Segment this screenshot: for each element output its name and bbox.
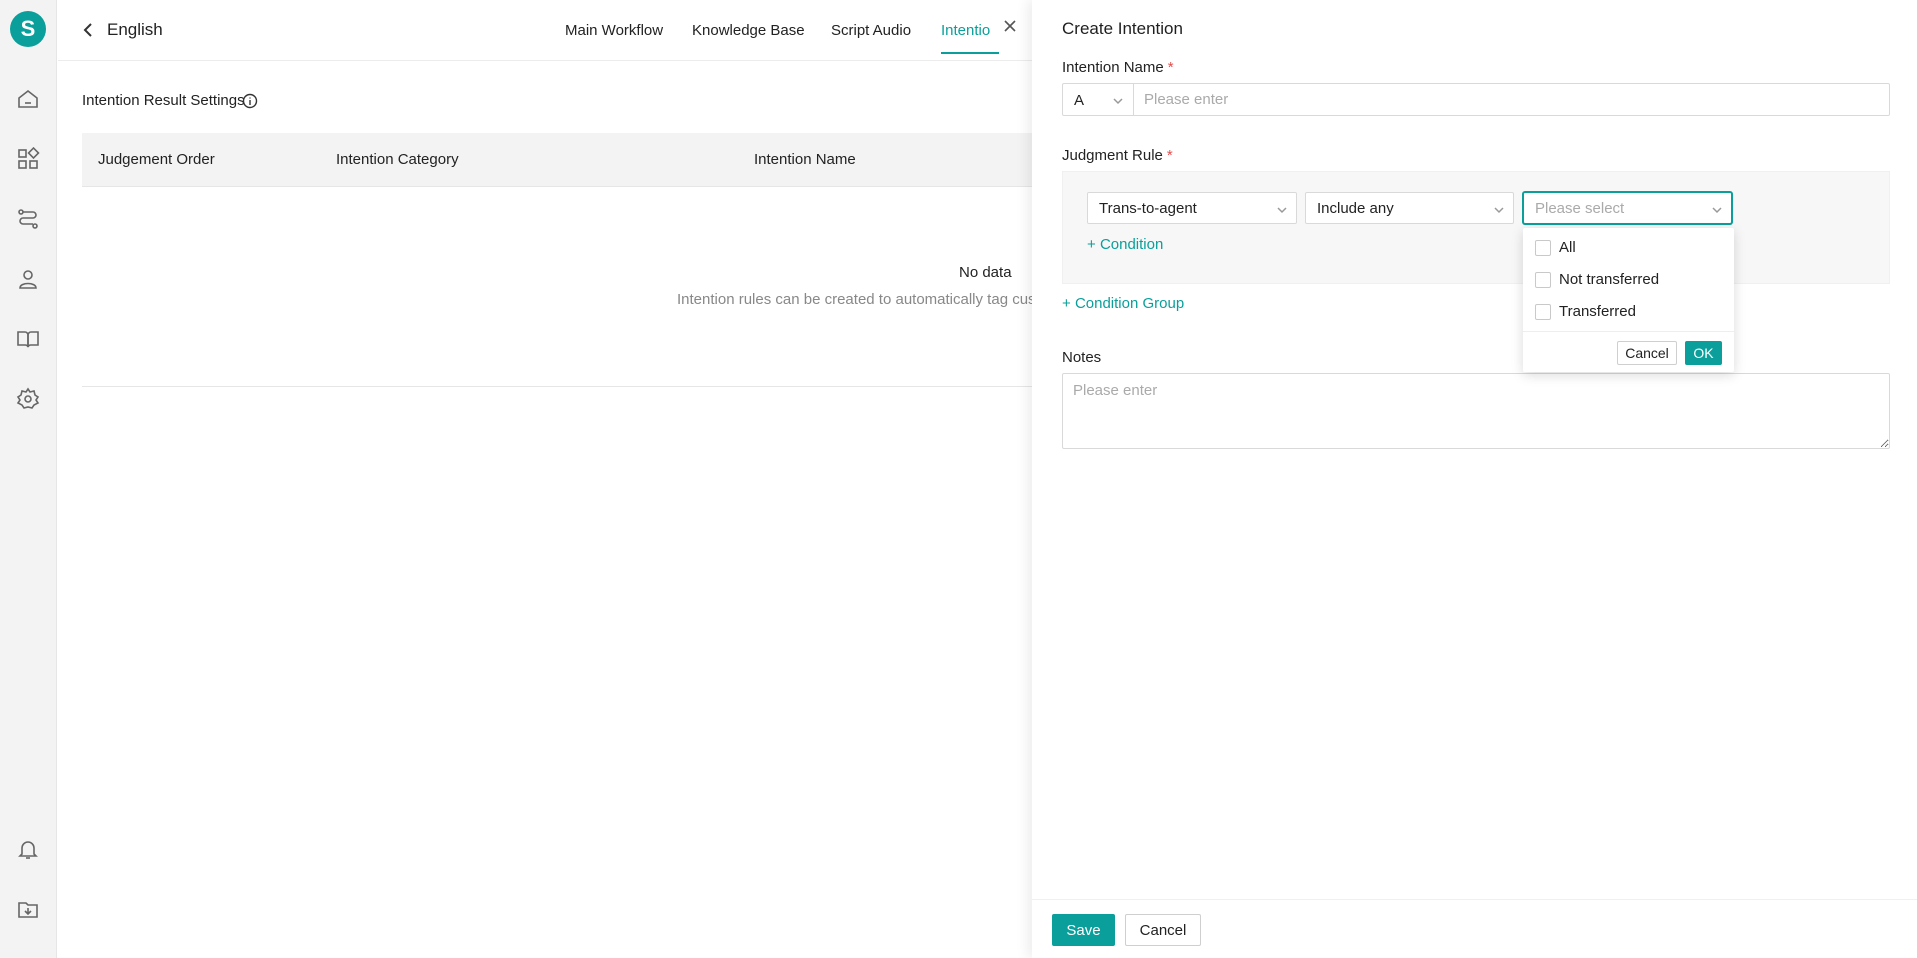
home-icon[interactable] — [16, 87, 40, 111]
required-mark: * — [1166, 147, 1173, 164]
bell-icon[interactable] — [16, 837, 40, 861]
user-bot-icon[interactable] — [16, 267, 40, 291]
route-icon[interactable] — [16, 207, 40, 231]
option-not-transferred[interactable]: Not transferred — [1535, 269, 1725, 291]
add-condition-group-link[interactable]: + Condition Group — [1062, 295, 1184, 312]
add-condition-link[interactable]: + Condition — [1087, 236, 1163, 253]
condition-group — [1062, 171, 1890, 284]
chevron-down-icon — [1493, 203, 1505, 215]
save-button[interactable]: Save — [1052, 914, 1115, 946]
main-panel: English Main Workflow Knowledge Base Scr… — [58, 0, 1040, 958]
apps-icon[interactable] — [16, 146, 40, 171]
chevron-down-icon — [1711, 203, 1723, 215]
operator-select-value: Include any — [1317, 200, 1394, 217]
active-tab-indicator — [941, 52, 999, 54]
field-select-value: Trans-to-agent — [1099, 200, 1197, 217]
option-label: Transferred — [1559, 303, 1636, 320]
judgment-rule-label: Judgment Rule * — [1062, 147, 1173, 164]
value-select[interactable]: Please select — [1523, 192, 1732, 224]
chevron-down-icon — [1112, 94, 1124, 106]
app-logo[interactable]: S — [10, 11, 46, 47]
name-prefix-select[interactable]: A — [1062, 83, 1134, 116]
tab-knowledge-base[interactable]: Knowledge Base — [692, 22, 805, 39]
tab-main-workflow[interactable]: Main Workflow — [565, 22, 663, 39]
sidebar: S — [0, 0, 57, 958]
intention-name-label: Intention Name * — [1062, 59, 1174, 76]
cancel-button[interactable]: Cancel — [1125, 914, 1201, 946]
book-icon[interactable] — [16, 327, 40, 351]
chevron-down-icon — [1276, 203, 1288, 215]
empty-state-description: Intention rules can be created to automa… — [677, 291, 1040, 308]
create-intention-drawer: Create Intention Intention Name* A Judgm… — [1032, 0, 1917, 958]
tab-intention[interactable]: Intentio — [941, 22, 990, 39]
column-header-judgement-order: Judgement Order — [98, 151, 215, 168]
required-mark: * — [1167, 59, 1174, 76]
notes-label: Notes — [1062, 349, 1102, 366]
option-label: Not transferred — [1559, 271, 1660, 288]
table-divider — [82, 386, 1033, 387]
option-label: All — [1559, 239, 1576, 256]
checkbox[interactable] — [1535, 240, 1551, 256]
back-arrow-icon[interactable] — [78, 20, 98, 40]
dropdown-cancel-button[interactable]: Cancel — [1617, 341, 1677, 365]
drawer-title: Create Intention — [1062, 19, 1183, 38]
column-header-intention-name: Intention Name — [754, 151, 856, 168]
notes-textarea[interactable] — [1062, 373, 1890, 449]
intention-name-input[interactable] — [1133, 83, 1890, 116]
dropdown-ok-button[interactable]: OK — [1685, 341, 1722, 365]
top-bar: English Main Workflow Knowledge Base Scr… — [58, 0, 1033, 61]
value-select-placeholder: Please select — [1535, 200, 1625, 217]
column-header-intention-category: Intention Category — [336, 151, 459, 168]
page-title: English — [107, 20, 163, 39]
option-transferred[interactable]: Transferred — [1535, 301, 1725, 323]
name-prefix-value: A — [1074, 92, 1085, 109]
section-title: Intention Result Settings — [82, 92, 245, 109]
checkbox[interactable] — [1535, 304, 1551, 320]
table-header: Judgement Order Intention Category Inten… — [82, 133, 1033, 187]
checkbox[interactable] — [1535, 272, 1551, 288]
download-folder-icon[interactable] — [16, 897, 40, 921]
info-icon[interactable] — [242, 93, 258, 109]
value-dropdown: All Not transferred Transferred Cancel O… — [1523, 228, 1734, 372]
operator-select[interactable]: Include any — [1305, 192, 1514, 224]
gear-icon[interactable] — [16, 387, 40, 411]
option-all[interactable]: All — [1535, 237, 1725, 259]
empty-state-title: No data — [959, 264, 1012, 281]
tab-script-audio[interactable]: Script Audio — [831, 22, 911, 39]
drawer-footer: Save Cancel — [1032, 899, 1917, 958]
close-icon[interactable] — [1002, 18, 1018, 34]
field-select[interactable]: Trans-to-agent — [1087, 192, 1297, 224]
dropdown-divider — [1523, 331, 1734, 332]
